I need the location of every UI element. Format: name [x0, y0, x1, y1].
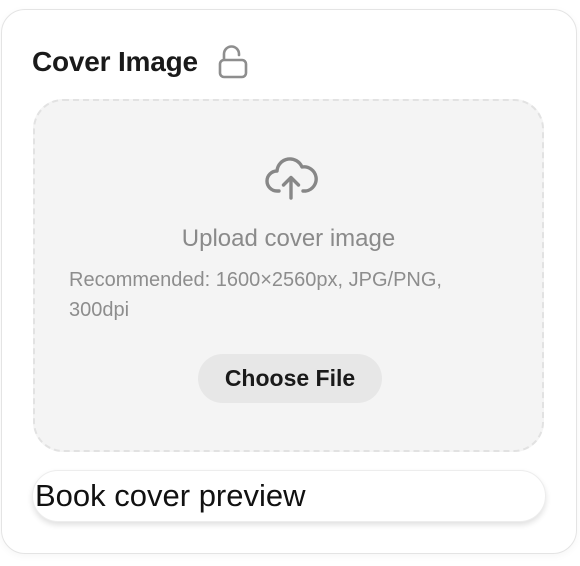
section-title: Cover Image — [32, 46, 198, 77]
unlocked-padlock-icon — [218, 45, 248, 79]
upload-title: Upload cover image — [181, 225, 396, 252]
choose-file-button[interactable]: Choose File — [198, 354, 382, 403]
lock-toggle-button[interactable] — [216, 42, 250, 82]
upload-dropzone[interactable]: Upload cover image Recommended: 1600×256… — [33, 99, 544, 452]
cloud-upload-icon — [265, 157, 318, 200]
upload-recommendation-text: Recommended: 1600×2560px, JPG/PNG, 300dp… — [69, 269, 442, 321]
book-cover-preview: Book cover preview — [32, 470, 546, 522]
card-header: Cover Image — [32, 42, 250, 82]
